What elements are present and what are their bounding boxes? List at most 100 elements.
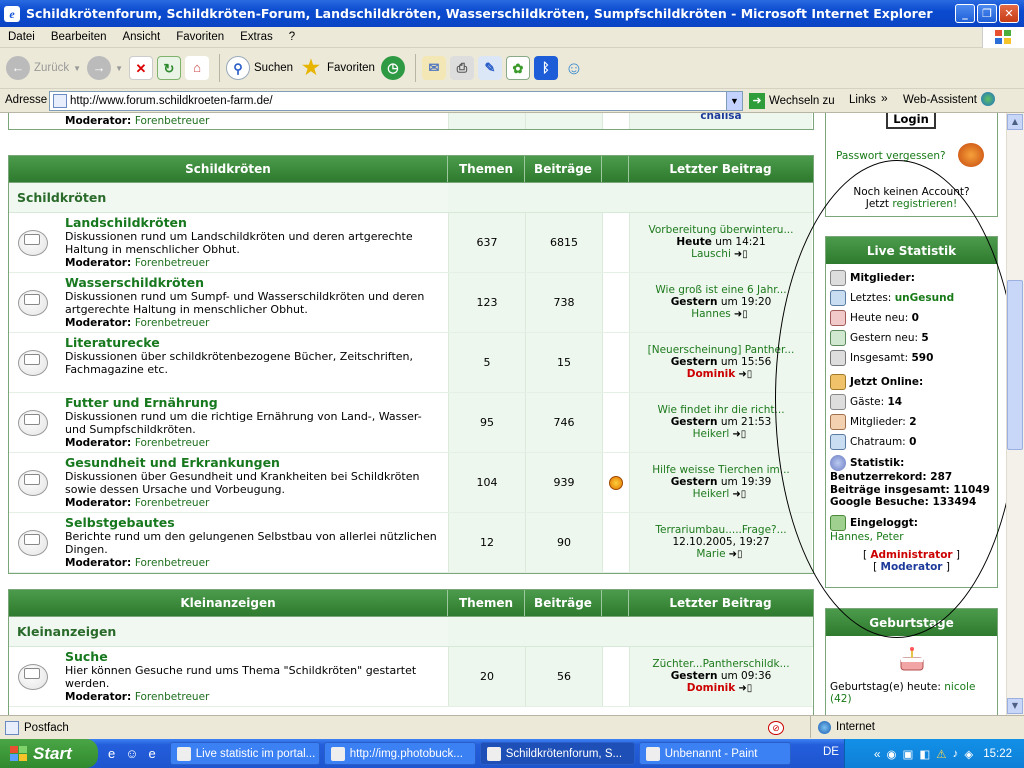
last-post-user-link[interactable]: Dominik [687,682,736,694]
category-name[interactable]: Kleinanzeigen [9,624,448,639]
moderator-link[interactable]: Forenbetreuer [135,437,210,449]
go-to-post-icon[interactable]: ➜▯ [735,369,755,381]
task-live-statistic[interactable]: Live statistic im portal... [169,742,320,765]
address-bar: Adresse http://www.forum.schildkroeten-f… [0,89,1024,113]
window-title-bar[interactable]: e Schildkrötenforum, Schildkröten-Forum,… [0,0,1024,27]
refresh-icon[interactable]: ↻ [157,56,181,80]
moderator-link[interactable]: Forenbetreuer [135,691,210,703]
last-post-user-link[interactable]: Dominik [687,368,736,380]
moderator-label: Moderator: [65,690,132,703]
last-post-title-link[interactable]: Wie groß ist eine 6 Jahr... [630,284,812,296]
chevron-right-icon[interactable]: » [881,91,888,105]
last-post-title-link[interactable]: Terrariumbau.....Frage?... [630,524,812,536]
address-input[interactable]: http://www.forum.schildkroeten-farm.de/ … [49,91,743,111]
go-to-post-icon[interactable]: ➜▯ [735,683,755,695]
quicklaunch-ie-icon[interactable]: e [108,746,115,761]
links-button[interactable]: Links [849,94,876,106]
last-post-user-link[interactable]: Heikerl [693,428,730,440]
go-to-post-icon[interactable]: ➜▯ [731,309,751,321]
popup-blocked-icon[interactable]: ⊘ [768,721,784,735]
tray-icon-3[interactable]: ◧ [919,747,930,761]
moderator-link[interactable]: Forenbetreuer [135,317,210,329]
go-to-post-icon[interactable]: ➜▯ [729,429,749,441]
forum-row: Gesundheit und Erkrankungen Diskussionen … [9,453,813,513]
minimize-button[interactable]: _ [955,4,975,23]
moderator-link[interactable]: Forenbetreuer [135,115,210,127]
quicklaunch-desktop-icon[interactable]: e [149,746,156,761]
forum-name-link[interactable]: Suche [65,650,442,664]
forum-name-link[interactable]: Gesundheit und Erkrankungen [65,456,442,470]
history-icon[interactable]: ◷ [380,56,405,80]
clock[interactable]: 15:22 [983,748,1012,760]
login-button[interactable]: Login [886,113,936,129]
category-row: Kleinanzeigen [9,617,813,647]
quicklaunch-messenger-icon[interactable]: ☺ [125,746,138,761]
home-icon[interactable]: ⌂ [185,56,209,80]
menu-datei[interactable]: Datei [0,31,43,43]
tray-icon-2[interactable]: ▣ [903,747,914,761]
last-post-user-link[interactable]: Lauschi [691,248,731,260]
menu-favoriten[interactable]: Favoriten [168,31,232,43]
edit-icon[interactable]: ✎ [477,56,502,80]
search-button[interactable]: ⚲ Suchen [226,56,293,80]
forum-name-link[interactable]: Wasserschildkröten [65,276,442,290]
language-indicator[interactable]: DE [823,746,839,758]
forward-button[interactable]: → ▼ [87,56,123,80]
start-button[interactable]: Start [0,739,98,768]
address-dropdown-icon[interactable]: ▼ [726,92,742,110]
moderator-link[interactable]: Forenbetreuer [135,257,210,269]
scroll-down-icon[interactable]: ▼ [1007,698,1023,714]
menu-bearbeiten[interactable]: Bearbeiten [43,31,115,43]
go-to-post-icon[interactable]: ➜▯ [729,489,749,501]
network-icon[interactable]: ◈ [964,747,973,761]
task-schildkroetenforum[interactable]: Schildkrötenforum, S... [479,742,635,765]
header-themen: Themen [448,156,525,182]
last-post-title-link[interactable]: Vorbereitung überwinteru... [630,224,812,236]
bluetooth-icon[interactable]: ᛒ [533,56,558,80]
menu-help[interactable]: ? [281,31,303,43]
forum-name-link[interactable]: Selbstgebautes [65,516,442,530]
search-icon: ⚲ [226,56,250,80]
tray-arrow-icon[interactable]: « [874,747,881,761]
last-user-partial[interactable]: chalisa [629,113,812,129]
favorites-button[interactable]: ★ Favoriten [299,56,375,80]
last-post-user-link[interactable]: Hannes [691,308,731,320]
forum-status-icon [9,273,57,332]
hot-topic-icon [609,475,623,490]
web-assistant-button[interactable]: Web-Assistent [903,94,977,106]
category-name[interactable]: Schildkröten [9,190,448,205]
birthday-label: Geburtstag(e) heute: [830,681,941,693]
forum-info: Literaturecke Diskussionen über schildkrö… [57,333,448,392]
go-to-post-icon[interactable]: ➜▯ [731,249,751,261]
forum-name-link[interactable]: Landschildkröten [65,216,442,230]
task-photobucket[interactable]: http://img.photobuck... [323,742,476,765]
close-button[interactable]: ✕ [999,4,1019,23]
last-post-title-link[interactable]: Züchter...Pantherschildk... [630,658,812,670]
menu-ansicht[interactable]: Ansicht [114,31,168,43]
go-button[interactable]: ➜ Wechseln zu [749,93,835,109]
last-post-user-link[interactable]: Heikerl [693,488,730,500]
mail-icon[interactable]: ✉ [421,56,446,80]
scroll-thumb[interactable] [1007,280,1023,450]
moderator-link[interactable]: Forenbetreuer [135,557,210,569]
volume-icon[interactable]: ♪ [953,748,959,760]
forum-name-link[interactable]: Futter und Ernährung [65,396,442,410]
warning-icon[interactable]: ⚠ [936,747,946,761]
scroll-up-icon[interactable]: ▲ [1007,114,1023,130]
print-icon[interactable]: ⎙ [449,56,474,80]
back-button[interactable]: ← Zurück ▼ [6,56,81,80]
icq-icon[interactable]: ✿ [505,56,530,80]
task-paint[interactable]: Unbenannt - Paint [638,742,791,765]
messenger-icon[interactable]: ☺ [562,56,586,80]
maximize-button[interactable]: ❐ [977,4,997,23]
forum-name-link[interactable]: Literaturecke [65,336,442,350]
tray-icon-1[interactable]: ◉ [887,747,897,761]
moderator-link[interactable]: Forenbetreuer [135,497,210,509]
birthday-user-link[interactable]: nicole [944,681,975,693]
go-to-post-icon[interactable]: ➜▯ [726,549,746,561]
taskbar: Start e ☺ e Live statistic im portal... … [0,739,1024,768]
menu-extras[interactable]: Extras [232,31,281,43]
last-post-user-link[interactable]: Marie [696,548,725,560]
header-flag [602,156,629,182]
stop-icon[interactable]: ✕ [129,56,153,80]
